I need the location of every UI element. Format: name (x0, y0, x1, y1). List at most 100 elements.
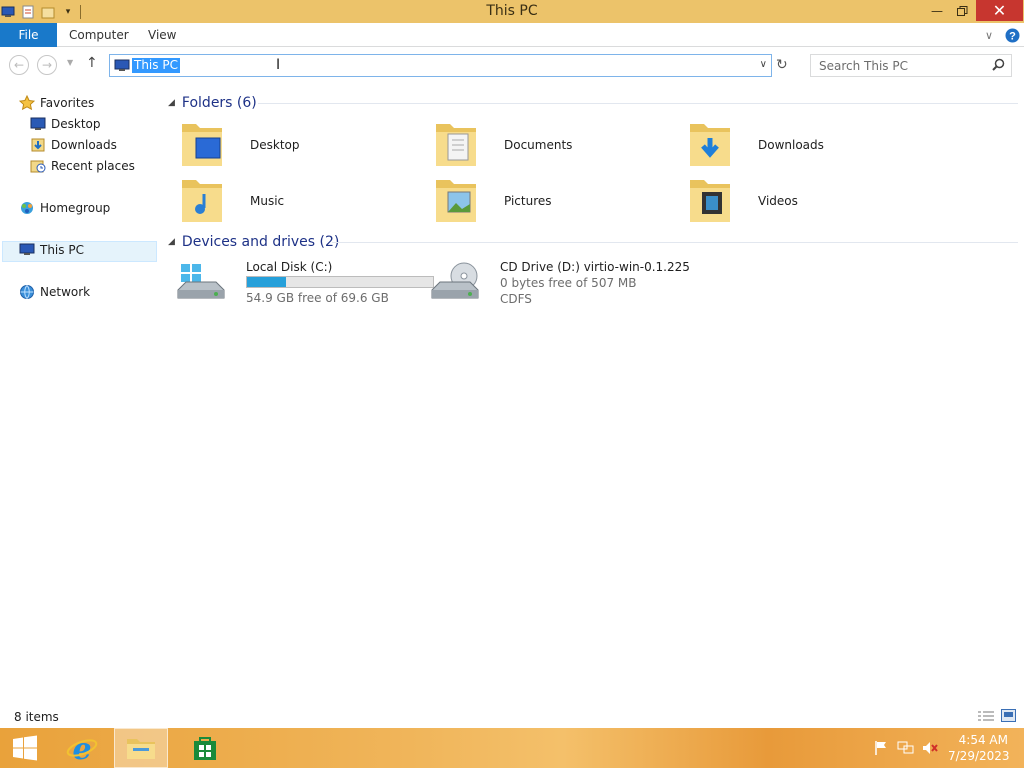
nav-favorites[interactable]: Favorites (19, 93, 94, 113)
drive-local-c[interactable]: Local Disk (C:) 54.9 GB free of 69.6 GB (176, 260, 434, 320)
store-icon[interactable] (184, 728, 226, 768)
folder-label: Desktop (250, 138, 300, 152)
window-title: This PC (486, 3, 538, 19)
nav-homegroup-label: Homegroup (40, 201, 111, 215)
nav-favorites-label: Favorites (40, 96, 95, 110)
address-dropdown-icon[interactable]: ∨ (760, 59, 767, 70)
folder-label: Documents (504, 138, 573, 152)
collapse-arrow-icon[interactable]: ◢ (168, 98, 175, 108)
start-button[interactable] (4, 728, 46, 768)
nav-network[interactable]: Network (19, 282, 90, 302)
address-row: ← → ▼ ↑ This PC I ∨ ↻ Search This PC (0, 52, 1024, 78)
text-cursor-icon: I (276, 57, 281, 73)
folder-desktop[interactable]: Desktop (180, 118, 430, 170)
up-button[interactable]: ↑ (86, 55, 98, 71)
minimize-button[interactable]: — (926, 0, 948, 21)
tab-computer[interactable]: Computer (69, 23, 129, 47)
drive-cd-d[interactable]: CD Drive (D:) virtio-win-0.1.225 0 bytes… (430, 260, 690, 320)
clock-date: 7/29/2023 (948, 749, 1010, 763)
status-bar: 8 items (0, 706, 1024, 728)
drives-group-header[interactable]: ◢ Devices and drives (2) (168, 232, 339, 252)
folders-group-header[interactable]: ◢ Folders (6) (168, 93, 257, 113)
drives-header-label: Devices and drives (2) (181, 234, 340, 250)
nav-homegroup[interactable]: Homegroup (19, 198, 110, 218)
content-area: ◢ Folders (6) Desktop Documents Download… (160, 88, 1024, 708)
folder-pictures[interactable]: Pictures (434, 174, 684, 226)
file-explorer-taskbar-button[interactable] (114, 728, 168, 768)
collapse-arrow-icon[interactable]: ◢ (168, 237, 175, 247)
expand-ribbon-icon[interactable]: ∨ (985, 23, 993, 47)
volume-muted-icon[interactable] (920, 728, 940, 768)
folder-label: Downloads (758, 138, 824, 152)
desktop-icon (30, 116, 46, 132)
recent-locations-icon[interactable]: ▼ (67, 58, 73, 67)
clock-time: 4:54 AM (958, 733, 1008, 747)
folders-header-label: Folders (6) (181, 95, 257, 111)
close-button[interactable]: ✕ (976, 0, 1023, 21)
folder-label: Videos (758, 194, 798, 208)
nav-item-downloads[interactable]: Downloads (30, 135, 117, 155)
search-input[interactable]: Search This PC (819, 59, 908, 73)
back-button[interactable]: ← (9, 55, 29, 75)
pictures-folder-icon (434, 174, 478, 224)
forward-button[interactable]: → (37, 55, 57, 75)
nav-item-label: Downloads (51, 138, 117, 152)
folder-videos[interactable]: Videos (688, 174, 938, 226)
drive-filesystem: CDFS (500, 292, 532, 306)
music-folder-icon (180, 174, 224, 224)
folder-documents[interactable]: Documents (434, 118, 684, 170)
action-center-flag-icon[interactable] (872, 728, 890, 768)
folder-music[interactable]: Music (180, 174, 430, 226)
recent-places-icon (30, 158, 46, 174)
this-pc-icon (19, 242, 35, 258)
network-status-icon[interactable] (896, 728, 916, 768)
help-icon[interactable]: ? (1005, 23, 1020, 47)
ribbon-tabs: File Computer View ∨ ? (0, 23, 1024, 47)
cd-drive-icon (430, 260, 480, 310)
restore-button[interactable] (951, 0, 973, 21)
address-path-text[interactable]: This PC (132, 58, 180, 73)
homegroup-icon (19, 200, 35, 216)
nav-this-pc-label: This PC (40, 243, 84, 257)
internet-explorer-icon[interactable]: e (60, 728, 104, 768)
downloads-icon (30, 137, 46, 153)
network-icon (19, 284, 35, 300)
hard-drive-icon (176, 260, 226, 310)
search-box[interactable]: Search This PC (810, 54, 1012, 77)
nav-item-label: Recent places (51, 159, 135, 173)
drive-name: Local Disk (C:) (246, 260, 333, 274)
address-bar[interactable]: This PC I ∨ (109, 54, 772, 77)
refresh-icon[interactable]: ↻ (776, 57, 788, 73)
svg-text:e: e (72, 733, 91, 763)
videos-folder-icon (688, 174, 732, 224)
search-icon[interactable] (992, 58, 1005, 74)
drive-free-space: 54.9 GB free of 69.6 GB (246, 291, 389, 305)
tab-view[interactable]: View (148, 23, 176, 47)
drive-name: CD Drive (D:) virtio-win-0.1.225 (500, 260, 690, 274)
taskbar: e 4:54 AM 7/29/2023 (0, 728, 1024, 768)
explorer-window: ▾ This PC — ✕ File Computer View ∨ ? ← →… (0, 0, 1024, 728)
downloads-folder-icon (688, 118, 732, 168)
this-pc-icon (114, 59, 130, 75)
svg-text:?: ? (1009, 30, 1016, 42)
navigation-pane: Favorites Desktop Downloads Recent place… (0, 88, 160, 708)
details-view-icon[interactable] (978, 710, 994, 725)
folder-label: Music (250, 194, 285, 208)
folder-label: Pictures (504, 194, 552, 208)
folder-downloads[interactable]: Downloads (688, 118, 938, 170)
nav-this-pc[interactable]: This PC (19, 240, 84, 260)
desktop-folder-icon (180, 118, 224, 168)
title-bar[interactable]: ▾ This PC — ✕ (0, 0, 1024, 23)
large-icons-view-icon[interactable] (1001, 709, 1016, 725)
nav-item-label: Desktop (51, 117, 101, 131)
nav-item-desktop[interactable]: Desktop (30, 114, 101, 134)
drive-usage-fill (247, 277, 287, 287)
group-divider (258, 103, 1018, 104)
item-count: 8 items (14, 710, 59, 724)
drive-usage-bar (246, 276, 434, 288)
system-clock[interactable]: 4:54 AM 7/29/2023 (948, 732, 1010, 764)
tab-file[interactable]: File (0, 23, 57, 47)
star-icon (19, 95, 35, 111)
nav-network-label: Network (40, 285, 91, 299)
nav-item-recent-places[interactable]: Recent places (30, 156, 135, 176)
